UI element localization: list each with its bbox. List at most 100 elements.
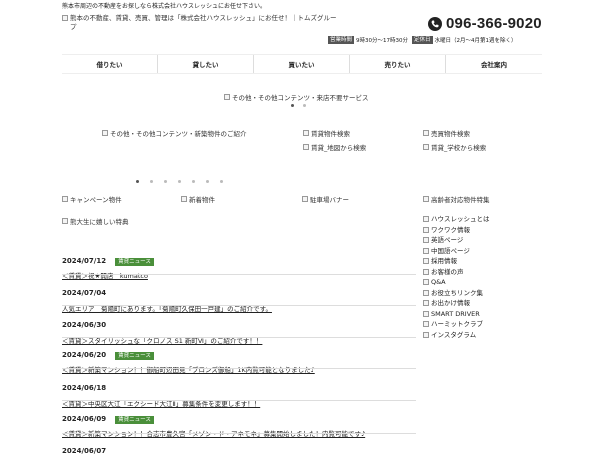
rent-search-banner[interactable]: 賃貸物件検索 [303, 128, 350, 138]
holiday: 水曜日（2月～4月第1週を除く） [434, 38, 517, 44]
sidebar-item-english[interactable]: 英語ページ [423, 235, 490, 246]
news-divider [62, 337, 416, 338]
broken-image-icon [423, 258, 429, 265]
nav-lend[interactable]: 貸したい [158, 55, 254, 73]
news-link[interactable]: ＜賃貸＞新築マンション！！御船町辺田見「ブロンズ御船」1K内覧可能となりました♪ [62, 364, 416, 374]
nav-buy[interactable]: 買いたい [254, 55, 350, 73]
rent-school-alt: 賃貸_学校から検索 [431, 144, 487, 152]
sidebar-item-hermit[interactable]: ハーミットクラブ [423, 319, 490, 330]
site-logo-alt: 熊本の不動産、賃貸、売買、管理は「株式会社ハウスレッシュ」にお任せ！｜トムズグル… [69, 14, 337, 31]
student-banner[interactable]: 熊大生に嬉しい特典 [62, 216, 129, 226]
sidebar-item-chinese[interactable]: 中国語ページ [423, 246, 490, 257]
sidebar-item-instagram[interactable]: インスタグラム [423, 330, 490, 341]
parking-banner[interactable]: 駐車場バナー [302, 194, 349, 204]
nav-company[interactable]: 会社案内 [446, 55, 542, 73]
news-date: 2024/06/30 [62, 321, 107, 329]
sidebar-item-recruit[interactable]: 採用情報 [423, 256, 490, 267]
slider-dot[interactable] [150, 180, 153, 183]
nav-sell[interactable]: 売りたい [350, 55, 446, 73]
sidebar-item-qa[interactable]: Q&A [423, 277, 490, 288]
sidebar-item-smart-driver[interactable]: SMART DRIVER [423, 309, 490, 320]
slider-dot-active[interactable] [136, 180, 139, 183]
broken-image-icon [423, 289, 429, 296]
sidebar-item-label: Q&A [431, 278, 446, 286]
broken-image-icon [423, 321, 429, 328]
broken-image-icon [423, 130, 429, 136]
slider-dot[interactable] [220, 180, 223, 183]
sidebar-item-wakuwaku[interactable]: ワクワク情報 [423, 225, 490, 236]
banner-slider-dots [136, 180, 223, 183]
rent-search-alt: 賃貸物件検索 [311, 130, 350, 138]
news-divider [62, 433, 416, 434]
sidebar-item-label: ハーミットクラブ [431, 320, 483, 328]
broken-image-icon [423, 279, 429, 286]
broken-image-icon [423, 226, 429, 233]
phone-contact[interactable]: 096-366-9020 [428, 15, 542, 32]
news-item: 2024/06/18 ＜賃貸＞中央区大江「エクシード大江Ⅱ」募集条件を変更します… [62, 375, 416, 408]
new-arrival-banner[interactable]: 新着物件 [181, 194, 215, 204]
broken-image-icon [423, 144, 429, 150]
news-badge: 賃貸ニュース [115, 258, 154, 266]
news-item: 2024/07/04 人気エリア 菊陽町にあります。「菊陽町久保田一戸建」のご紹… [62, 280, 416, 313]
broken-image-icon [423, 216, 429, 223]
slider-dot[interactable] [192, 180, 195, 183]
broken-image-icon [302, 196, 308, 202]
broken-image-icon [303, 130, 309, 136]
broken-image-icon [423, 331, 429, 338]
rent-map-banner[interactable]: 賃貸_地図から検索 [303, 142, 366, 152]
broken-image-icon [181, 196, 187, 202]
sidebar-item-outing[interactable]: お出かけ情報 [423, 298, 490, 309]
new-arrival-alt: 新着物件 [189, 196, 215, 204]
broken-image-icon [62, 15, 68, 21]
business-info: 営業時間 9時30分～17時30分 定休日 水曜日（2月～4月第1週を除く） [328, 36, 517, 44]
news-badge: 賃貸ニュース [115, 416, 154, 424]
news-badge: 賃貸ニュース [115, 352, 154, 360]
news-date: 2024/06/20 [62, 351, 107, 359]
sidebar-item-label: 英語ページ [431, 236, 464, 244]
sidebar-item-label: インスタグラム [431, 330, 477, 339]
main-slider-banner[interactable]: その他・その他コンテンツ・来店不要サービス [224, 92, 369, 102]
holiday-label: 定休日 [412, 36, 433, 44]
slider-dot-active[interactable] [291, 104, 294, 107]
broken-image-icon [423, 300, 429, 307]
sidebar-item-links[interactable]: お役立ちリンク集 [423, 288, 490, 299]
sidebar-item-label: お出かけ情報 [431, 299, 470, 307]
broken-image-icon [303, 144, 309, 150]
news-date: 2024/06/18 [62, 384, 107, 392]
slider-dot[interactable] [303, 104, 306, 107]
sale-search-alt: 売買物件検索 [431, 130, 470, 138]
sidebar-item-label: ハウスレッシュとは [431, 215, 490, 223]
nav-rent[interactable]: 借りたい [62, 55, 158, 73]
broken-image-icon [102, 130, 108, 136]
sidebar-links: ハウスレッシュとは ワクワク情報 英語ページ 中国語ページ 採用情報 お客様の声… [423, 214, 490, 340]
slider-dot[interactable] [178, 180, 181, 183]
broken-image-icon [423, 247, 429, 254]
news-item: 2024/06/20 賃貸ニュース ＜賃貸＞新築マンション！！御船町辺田見「ブロ… [62, 342, 416, 374]
new-property-banner[interactable]: その他・その他コンテンツ・新築物件のご紹介 [102, 128, 247, 138]
site-logo[interactable]: 熊本の不動産、賃貸、売買、管理は「株式会社ハウスレッシュ」にお任せ！｜トムズグル… [62, 14, 342, 32]
news-divider [62, 274, 416, 275]
business-hours: 9時30分～17時30分 [356, 38, 409, 44]
elderly-banner[interactable]: 高齢者対応物件特集 [423, 194, 490, 204]
main-slider-dots [291, 104, 306, 107]
slider-dot[interactable] [164, 180, 167, 183]
campaign-banner[interactable]: キャンペーン物件 [62, 194, 122, 204]
phone-icon [428, 16, 442, 31]
site-tagline: 熊本市周辺の不動産をお探しなら株式会社ハウスレッシュにお任せ下さい。 [62, 3, 267, 10]
broken-image-icon [423, 268, 429, 275]
rent-school-banner[interactable]: 賃貸_学校から検索 [423, 142, 486, 152]
rent-map-alt: 賃貸_地図から検索 [311, 144, 367, 152]
campaign-alt: キャンペーン物件 [70, 196, 122, 204]
news-item: 2024/06/30 ＜賃貸＞スタイリッシュな「クロノス S1 新町Ⅵ」のご紹介… [62, 312, 416, 345]
sale-search-banner[interactable]: 売買物件検索 [423, 128, 470, 138]
sidebar-item-about[interactable]: ハウスレッシュとは [423, 214, 490, 225]
sidebar-item-voice[interactable]: お客様の声 [423, 267, 490, 278]
parking-alt: 駐車場バナー [310, 196, 349, 204]
broken-image-icon [62, 196, 68, 202]
phone-number: 096-366-9020 [446, 15, 542, 32]
news-divider [62, 368, 416, 369]
slider-dot[interactable] [206, 180, 209, 183]
news-link[interactable]: ＜賃貸＞祝★開店 kumatco [62, 270, 416, 280]
broken-image-icon [423, 310, 429, 317]
sidebar-item-label: SMART DRIVER [431, 309, 480, 318]
